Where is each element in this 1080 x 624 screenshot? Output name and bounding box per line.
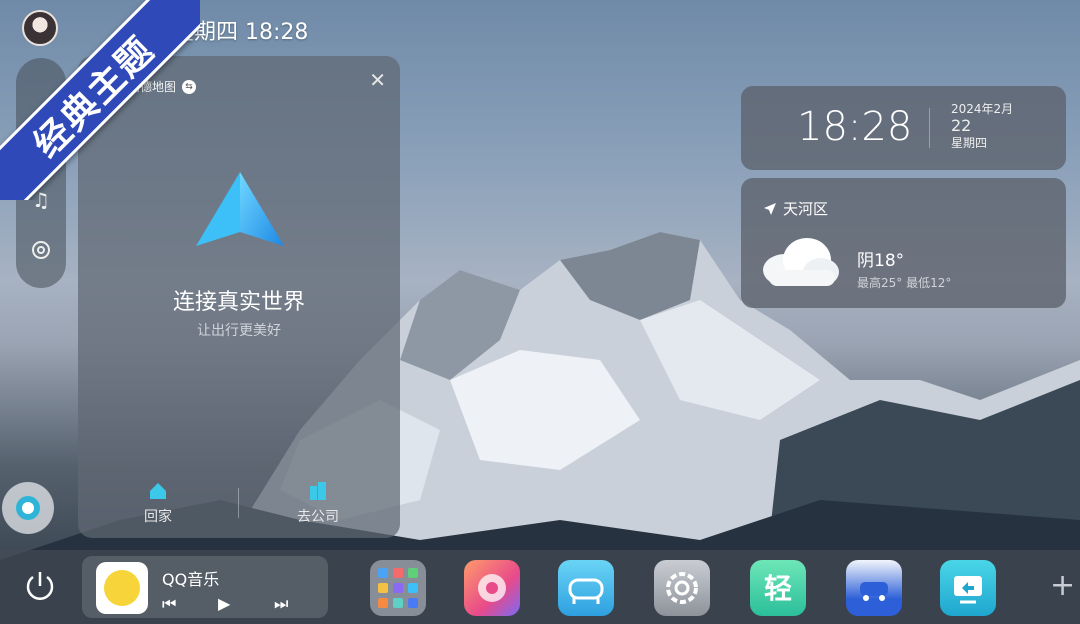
photos-app-icon[interactable] <box>464 560 520 616</box>
go-home-label: 回家 <box>144 509 172 525</box>
camera-aperture-icon[interactable] <box>29 238 53 262</box>
play-icon[interactable]: ▶ <box>218 594 230 613</box>
go-office-label: 去公司 <box>297 509 339 525</box>
weather-widget[interactable]: 天河区 阴18° 最高25° 最低12° <box>741 178 1066 308</box>
home-icon <box>150 483 166 499</box>
go-home-button[interactable]: 回家 <box>98 480 218 526</box>
office-building-icon <box>310 482 326 500</box>
add-icon[interactable]: + <box>1050 568 1075 603</box>
sofa-app-icon[interactable] <box>558 560 614 616</box>
cloudy-icon <box>763 238 839 286</box>
clock-year-month: 2024年2月 <box>951 102 1014 116</box>
screen-cast-app-icon[interactable] <box>940 560 996 616</box>
clock-date: 2024年2月 22 星期四 <box>951 102 1013 150</box>
clock-widget[interactable]: 18:28 2024年2月 22 星期四 <box>741 86 1066 170</box>
weather-location-label: 天河区 <box>783 200 829 218</box>
user-avatar[interactable] <box>22 10 58 46</box>
app-grid-icon[interactable] <box>370 560 426 616</box>
navigation-arrow-icon <box>196 172 284 246</box>
music-player-card: QQ音乐 ⏮ ▶ ⏭ <box>82 556 328 618</box>
settings-gear-icon[interactable] <box>654 560 710 616</box>
qing-app-icon[interactable]: 轻 <box>750 560 806 616</box>
previous-track-icon[interactable]: ⏮ <box>162 594 176 614</box>
bottom-dock: QQ音乐 ⏮ ▶ ⏭ 轻 + <box>0 550 1080 624</box>
clock-divider <box>929 108 930 148</box>
music-app-name: QQ音乐 <box>162 570 220 589</box>
nav-actions: 回家 去公司 <box>78 480 400 526</box>
car-app-icon[interactable] <box>846 560 902 616</box>
qq-music-icon[interactable] <box>96 562 148 614</box>
svg-text:轻: 轻 <box>764 572 792 605</box>
clock-day: 22 <box>951 116 972 136</box>
next-track-icon[interactable]: ⏭ <box>274 594 288 614</box>
power-icon[interactable] <box>22 568 58 604</box>
weather-condition-temp: 阴18° <box>857 251 905 271</box>
close-icon[interactable]: ✕ <box>369 68 386 92</box>
assistant-bubble-button[interactable] <box>2 482 54 534</box>
nav-title: 连接真实世界 <box>172 290 305 315</box>
nav-actions-divider <box>238 488 239 518</box>
nav-subtitle: 让出行更美好 <box>197 323 281 339</box>
weather-temp-range: 最高25° 最低12° <box>857 276 952 290</box>
location-arrow-icon <box>764 202 776 215</box>
go-office-button[interactable]: 去公司 <box>258 480 378 526</box>
weather-location: 天河区 <box>763 198 828 219</box>
clock-time: 18:28 <box>797 104 913 150</box>
clock-weekday: 星期四 <box>951 135 988 150</box>
